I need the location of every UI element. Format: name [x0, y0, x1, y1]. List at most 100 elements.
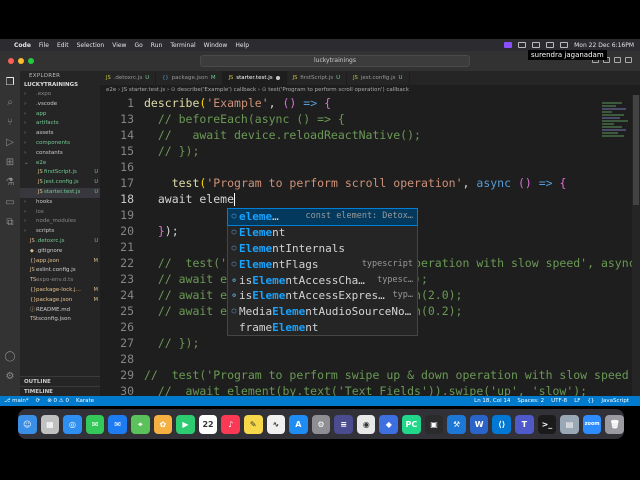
tree-item[interactable]: › .vscode: [20, 100, 100, 110]
status-encoding[interactable]: UTF-8: [551, 398, 567, 404]
code-line[interactable]: 30 // await element(by.text('Text Fields…: [100, 383, 640, 396]
tab-starter-test-js[interactable]: JS starter.test.js: [222, 71, 287, 85]
status-sync-icon[interactable]: ⟳: [36, 398, 41, 404]
dock-xcode-icon[interactable]: ⚒: [447, 414, 466, 434]
dock-facetime-icon[interactable]: ▶: [176, 414, 195, 434]
screen-record-icon[interactable]: [504, 42, 513, 48]
tab-jest-config-js[interactable]: JS jest.config.js U: [347, 71, 410, 85]
tab--detoxrc-js[interactable]: JS .detoxrc.js U: [100, 71, 157, 85]
dock-music-icon[interactable]: ♪: [221, 414, 240, 434]
dock-zoom-icon[interactable]: zoom: [582, 414, 602, 434]
search-icon[interactable]: [546, 42, 555, 48]
suggestion-item[interactable]: ⬡ ElementFlags typescript: [228, 257, 417, 273]
menu-file[interactable]: File: [39, 42, 49, 49]
dock-app-dark-icon[interactable]: ▣: [424, 414, 444, 434]
close-window-button[interactable]: [8, 58, 14, 64]
code-line[interactable]: 27 // });: [100, 335, 640, 351]
menu-edit[interactable]: Edit: [57, 42, 69, 49]
menu-run[interactable]: Run: [151, 42, 163, 49]
tree-item[interactable]: JSjest.config.js U: [20, 178, 100, 188]
code-line[interactable]: 28: [100, 351, 640, 367]
tree-item[interactable]: ⌄ e2e: [20, 159, 100, 169]
menu-app-name[interactable]: Code: [14, 42, 31, 49]
suggestion-item[interactable]: ⬡ ElementInternals: [228, 241, 417, 257]
customize-layout-icon[interactable]: [625, 57, 632, 63]
status-cursor-position[interactable]: Ln 18, Col 14: [474, 398, 510, 404]
testing-icon[interactable]: ⚗: [4, 177, 16, 189]
dock-trash-icon[interactable]: 🗑: [605, 414, 625, 434]
status-karate[interactable]: Karate: [76, 398, 94, 404]
tree-item[interactable]: JS.detoxrc.js U: [20, 237, 100, 247]
breadcrumb[interactable]: e2e › JS starter.test.js › ⊙ describe('E…: [100, 85, 640, 95]
suggestion-item[interactable]: ⬡ Element: [228, 225, 417, 241]
code-line[interactable]: 1 describe('Example', () => {: [100, 95, 640, 111]
dock-messages-icon[interactable]: ✉: [85, 414, 105, 434]
run-debug-icon[interactable]: ▷: [4, 137, 16, 149]
manage-gear-icon[interactable]: ⚙: [4, 371, 16, 383]
code-line[interactable]: 17 test('Program to perform scroll opera…: [100, 175, 640, 191]
status-problems[interactable]: ⊗ 0 ⚠ 0: [47, 398, 69, 404]
dock-notes-icon[interactable]: ✎: [243, 414, 263, 434]
tree-item[interactable]: › assets: [20, 129, 100, 139]
dock-calendar-icon[interactable]: 22: [198, 414, 218, 434]
tree-item[interactable]: › node_modules: [20, 217, 100, 227]
status-language[interactable]: JavaScript: [601, 398, 629, 404]
tree-item[interactable]: › .expo: [20, 90, 100, 100]
tree-item[interactable]: {}package-lock.j... M: [20, 286, 100, 296]
suggestion-item[interactable]: ⬡ eleme… const element: Detox…: [227, 208, 418, 226]
menu-terminal[interactable]: Terminal: [170, 42, 195, 49]
menu-window[interactable]: Window: [204, 42, 228, 49]
tree-item[interactable]: › components: [20, 139, 100, 149]
dock-chrome-icon[interactable]: ◉: [356, 414, 376, 434]
control-center-icon[interactable]: [560, 42, 569, 48]
menu-go[interactable]: Go: [134, 42, 142, 49]
dock-vscode-icon[interactable]: ⟨⟩: [492, 414, 512, 434]
menu-help[interactable]: Help: [235, 42, 249, 49]
code-line[interactable]: 13 // beforeEach(async () => {: [100, 111, 640, 127]
outline-section[interactable]: OUTLINE: [20, 376, 100, 386]
wifi-icon[interactable]: [532, 42, 541, 48]
unsaved-dot-icon[interactable]: [275, 76, 280, 80]
editor-scroll-thumb[interactable]: [633, 95, 639, 205]
dock-teams-icon[interactable]: T: [515, 414, 534, 434]
status-braces[interactable]: {}: [587, 398, 594, 404]
tab-package-json[interactable]: {} package.json M: [156, 71, 223, 85]
dock-freeform-icon[interactable]: ∿: [266, 414, 286, 434]
zoom-window-button[interactable]: [28, 58, 34, 64]
code-line[interactable]: 18 await eleme: [100, 191, 640, 207]
tree-item[interactable]: TSexpo-env.d.ts: [20, 276, 100, 286]
dock-app-wave-icon[interactable]: W: [469, 414, 489, 434]
tree-item[interactable]: ◆ .gitignore: [20, 247, 100, 257]
explorer-icon[interactable]: ❐: [4, 77, 16, 89]
dock-preview-icon[interactable]: ▤: [560, 414, 579, 434]
tree-item[interactable]: › app: [20, 110, 100, 120]
status-indentation[interactable]: Spaces: 2: [517, 398, 544, 404]
status-eol[interactable]: LF: [574, 398, 580, 404]
menu-selection[interactable]: Selection: [77, 42, 105, 49]
command-center-search[interactable]: luckytrainings: [200, 55, 470, 67]
tree-item[interactable]: › scripts: [20, 227, 100, 237]
dock-mail-icon[interactable]: ✉: [108, 414, 127, 434]
dock-photos-icon[interactable]: ✿: [153, 414, 173, 434]
timeline-section[interactable]: TIMELINE: [20, 386, 100, 396]
dock-pycharm-icon[interactable]: PC: [402, 414, 421, 434]
tree-item[interactable]: › artifacts: [20, 119, 100, 129]
toggle-secondary-sidebar-icon[interactable]: [614, 57, 621, 63]
tree-item[interactable]: JSeslint.config.js: [20, 266, 100, 276]
suggestion-item[interactable]: ⚙ isElementAccessExpres… typ…: [228, 288, 417, 304]
dock-maps-icon[interactable]: ⌖: [130, 414, 150, 434]
tree-item[interactable]: {}app.json M: [20, 257, 100, 267]
code-line[interactable]: 14 // await device.reloadReactNative();: [100, 127, 640, 143]
docker-icon[interactable]: ⧉: [4, 217, 16, 229]
dock-app-store-icon[interactable]: A: [289, 414, 308, 434]
minimize-window-button[interactable]: [18, 58, 24, 64]
tree-item[interactable]: › hooks: [20, 198, 100, 208]
status-branch[interactable]: ⎇ main*: [4, 398, 29, 404]
minimap[interactable]: [602, 101, 630, 221]
tab-firstscript-js[interactable]: JS firstScript.js U: [287, 71, 348, 85]
tree-item[interactable]: › ios: [20, 208, 100, 218]
tree-item[interactable]: JSstarter.test.js U: [20, 187, 100, 198]
dock-safari-icon[interactable]: ◎: [63, 414, 82, 434]
battery-icon[interactable]: [518, 42, 527, 48]
suggestion-item[interactable]: ⚙ isElementAccessCha… typesc…: [228, 273, 417, 289]
